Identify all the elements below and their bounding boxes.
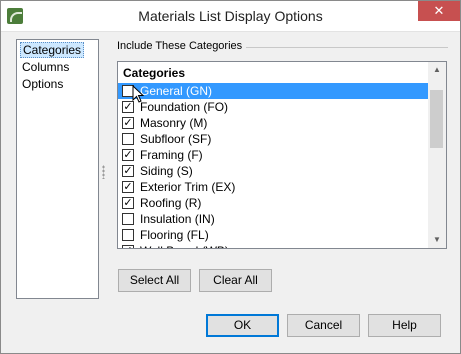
- ok-button[interactable]: OK: [206, 314, 279, 337]
- list-item[interactable]: ✓ Exterior Trim (EX): [118, 179, 428, 195]
- scroll-up-arrow[interactable]: ▲: [428, 62, 446, 78]
- list-header: Categories: [123, 66, 186, 80]
- scroll-down-arrow[interactable]: ▼: [428, 232, 446, 248]
- clear-all-button[interactable]: Clear All: [199, 269, 272, 292]
- category-checkbox[interactable]: ✓: [122, 197, 134, 209]
- check-mark-icon: ✓: [123, 149, 133, 161]
- category-checkbox[interactable]: ✓: [122, 245, 134, 249]
- category-label: Wall Board (WB): [140, 244, 229, 248]
- list-item[interactable]: Insulation (IN): [118, 211, 428, 227]
- list-item[interactable]: General (GN): [118, 83, 428, 99]
- list-item[interactable]: ✓ Wall Board (WB): [118, 243, 428, 249]
- category-label: Subfloor (SF): [140, 132, 212, 146]
- nav-item-categories[interactable]: Categories: [20, 42, 85, 58]
- scroll-thumb[interactable]: [430, 90, 443, 148]
- chevron-up-icon: ▲: [433, 65, 441, 74]
- group-divider: [246, 47, 448, 48]
- window-title: Materials List Display Options: [138, 8, 323, 24]
- category-label: Exterior Trim (EX): [140, 180, 236, 194]
- check-mark-icon: ✓: [123, 181, 133, 193]
- title-bar[interactable]: Materials List Display Options ✕: [1, 1, 460, 32]
- check-mark-icon: ✓: [123, 165, 133, 177]
- mouse-cursor-icon: [132, 85, 145, 103]
- check-mark-icon: ✓: [123, 197, 133, 209]
- nav-item-columns[interactable]: Columns: [20, 59, 71, 75]
- category-checkbox[interactable]: [122, 213, 134, 225]
- category-label: Siding (S): [140, 164, 193, 178]
- category-checkbox[interactable]: [122, 133, 134, 145]
- category-label: Framing (F): [140, 148, 203, 162]
- options-nav-list[interactable]: Categories Columns Options: [16, 39, 99, 299]
- list-item[interactable]: Flooring (FL): [118, 227, 428, 243]
- cancel-button[interactable]: Cancel: [287, 314, 360, 337]
- list-item[interactable]: Subfloor (SF): [118, 131, 428, 147]
- group-label: Include These Categories: [117, 40, 243, 52]
- list-item[interactable]: ✓ Foundation (FO): [118, 99, 428, 115]
- select-all-button[interactable]: Select All: [118, 269, 191, 292]
- list-item[interactable]: ✓ Framing (F): [118, 147, 428, 163]
- close-icon: ✕: [433, 3, 445, 18]
- list-item[interactable]: ✓ Masonry (M): [118, 115, 428, 131]
- category-label: Masonry (M): [140, 116, 208, 130]
- check-mark-icon: ✓: [123, 117, 133, 129]
- check-mark-icon: ✓: [123, 245, 132, 249]
- category-checkbox[interactable]: ✓: [122, 165, 134, 177]
- nav-item-options[interactable]: Options: [20, 76, 65, 92]
- category-checkbox[interactable]: ✓: [122, 117, 134, 129]
- category-label: Insulation (IN): [140, 212, 215, 226]
- chevron-down-icon: ▼: [433, 235, 441, 244]
- category-label: General (GN): [140, 84, 213, 98]
- category-checkbox[interactable]: [122, 229, 134, 241]
- category-checkbox[interactable]: ✓: [122, 149, 134, 161]
- vertical-scrollbar[interactable]: ▲ ▼: [428, 62, 446, 248]
- category-label: Flooring (FL): [140, 228, 209, 242]
- list-item[interactable]: ✓ Siding (S): [118, 163, 428, 179]
- category-checkbox[interactable]: ✓: [122, 181, 134, 193]
- help-button[interactable]: Help: [368, 314, 441, 337]
- categories-list[interactable]: Categories General (GN) ✓ Foundation (FO) ✓…: [117, 61, 447, 249]
- splitter-grip[interactable]: [102, 165, 105, 179]
- list-item[interactable]: ✓ Roofing (R): [118, 195, 428, 211]
- category-label: Roofing (R): [140, 196, 202, 210]
- category-label: Foundation (FO): [140, 100, 229, 114]
- close-button[interactable]: ✕: [418, 1, 460, 21]
- dialog-window: Materials List Display Options ✕ Categor…: [0, 0, 461, 354]
